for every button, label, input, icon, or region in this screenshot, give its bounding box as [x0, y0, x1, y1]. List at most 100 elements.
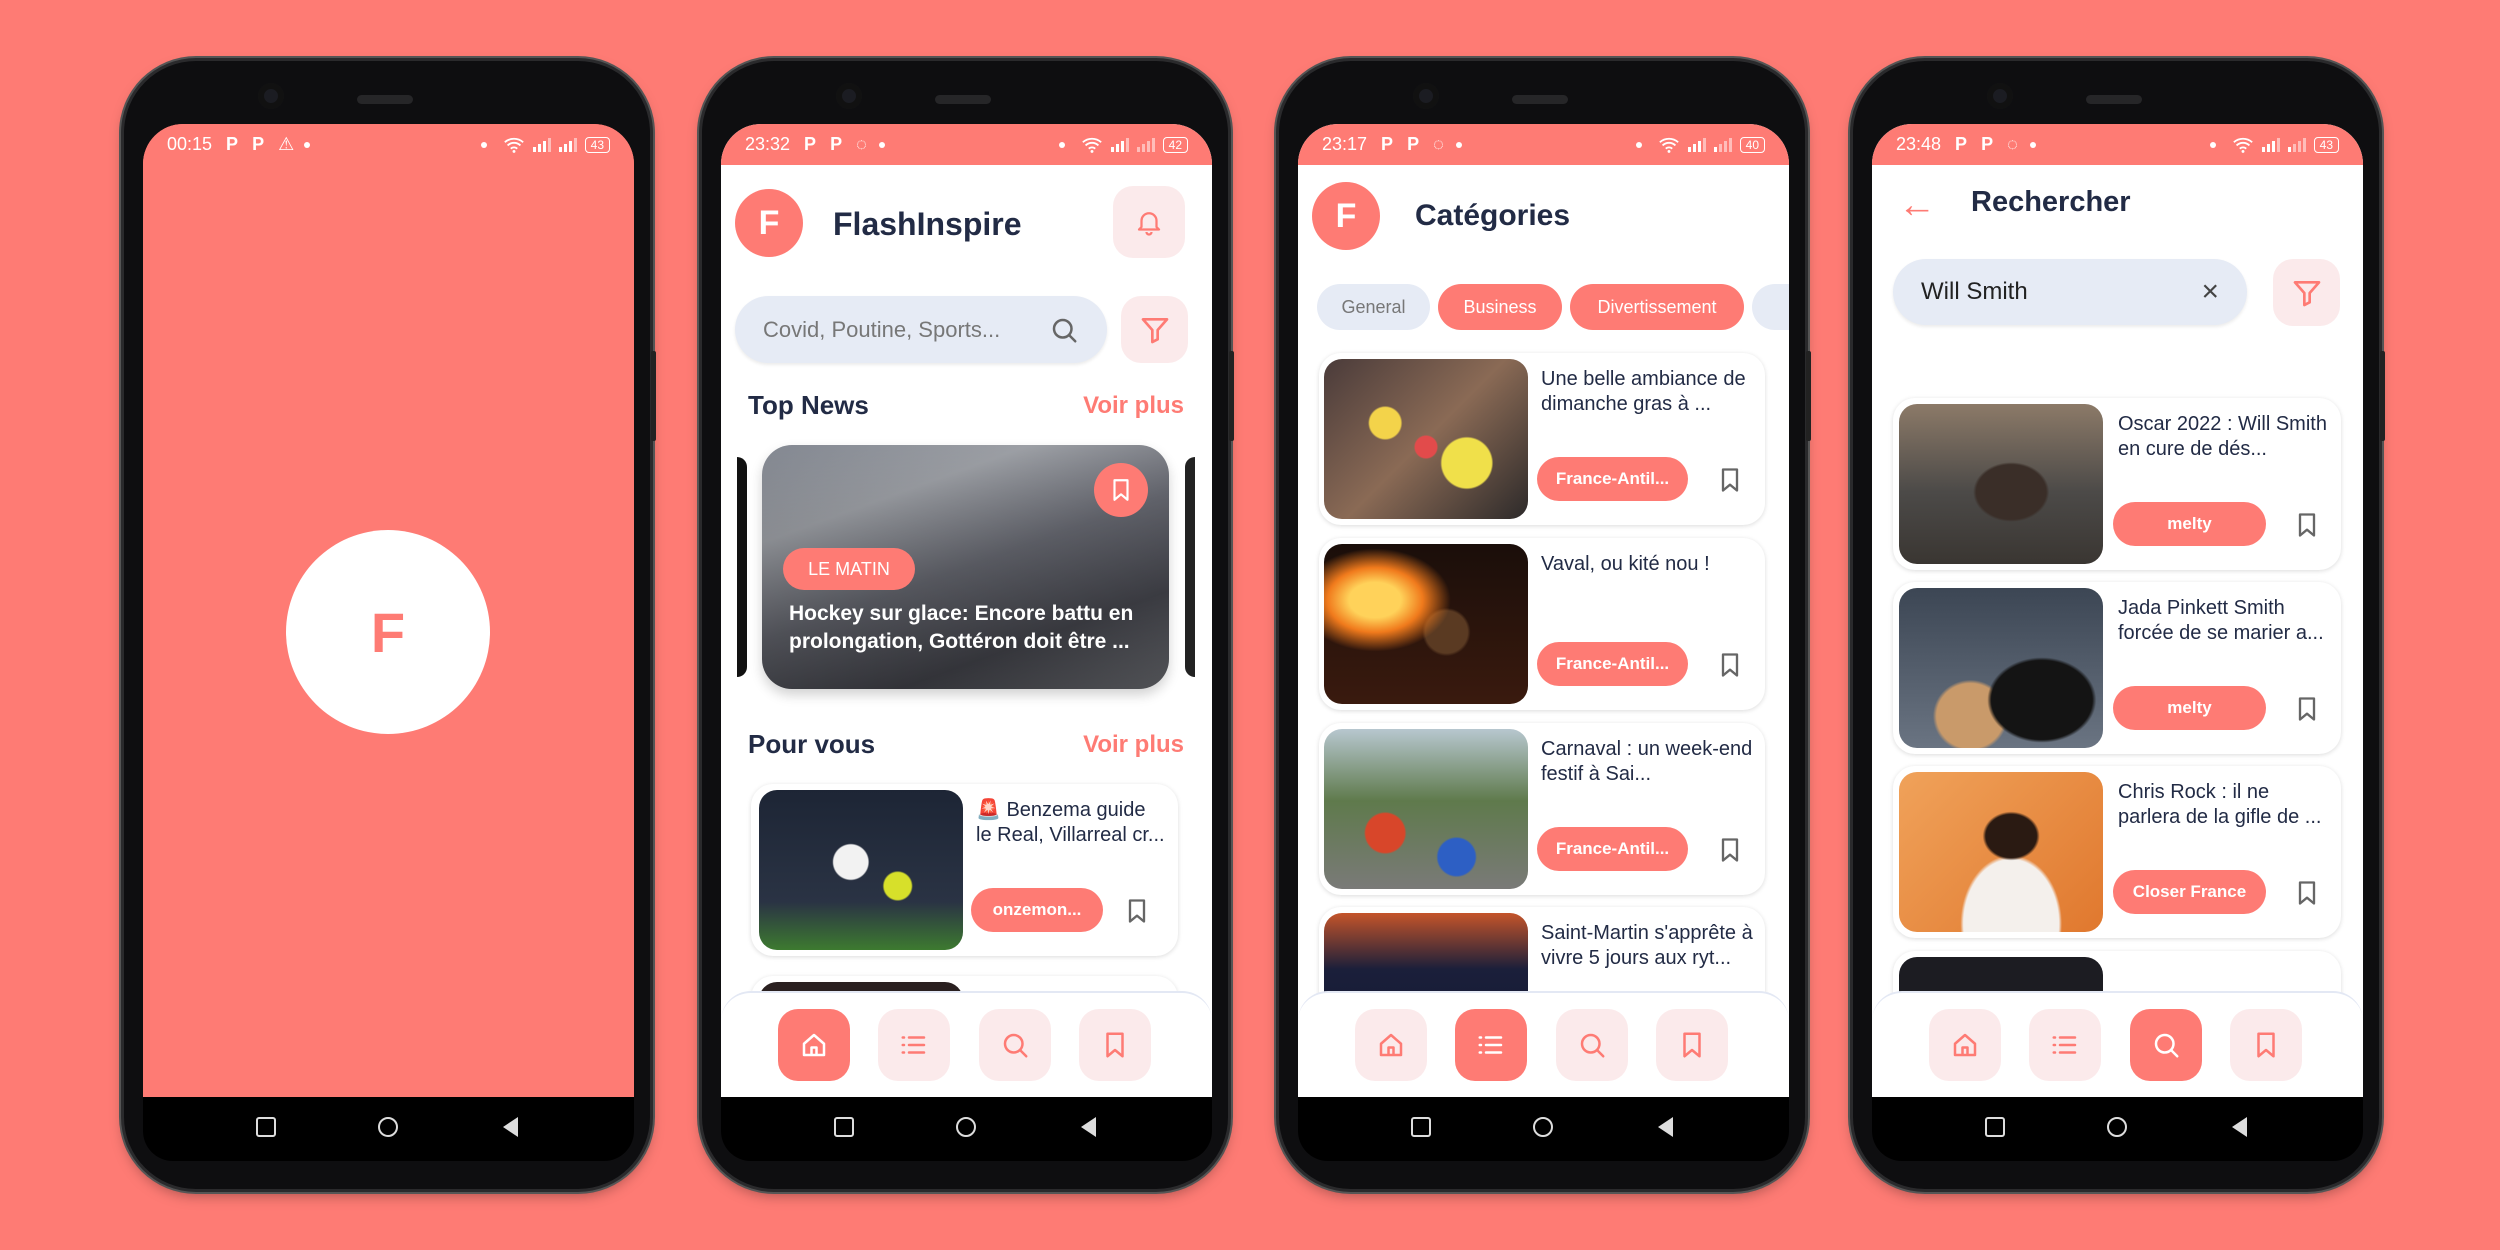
whatsapp-icon: ◌	[856, 134, 867, 154]
back-system-button[interactable]	[1081, 1117, 1096, 1137]
back-button[interactable]: ←	[1898, 186, 1936, 224]
categories-screen: 23:17 P P ◌ 40 F Catégories General Busi…	[1298, 124, 1789, 1097]
nav-search[interactable]	[979, 1009, 1051, 1081]
nav-bookmarks[interactable]	[2230, 1009, 2302, 1081]
news-card[interactable]: Chris Rock : il ne parlera de la gifle d…	[1893, 766, 2341, 938]
battery-icon: 43	[584, 136, 610, 153]
search-icon[interactable]	[1049, 315, 1079, 345]
bookmark-icon[interactable]	[1123, 896, 1151, 926]
bookmark-icon[interactable]	[1716, 465, 1744, 495]
nav-search[interactable]	[2130, 1009, 2202, 1081]
warning-icon: ⚠	[278, 134, 295, 154]
news-card[interactable]: 🚨 Benzema guide le Real, Villarreal cr..…	[751, 784, 1178, 956]
featured-news-card[interactable]: LE MATIN Hockey sur glace: Encore battu …	[762, 445, 1169, 689]
home-system-button[interactable]	[378, 1117, 398, 1137]
news-title: Une belle ambiance de dimanche gras à ..…	[1541, 368, 1746, 415]
notifications-button[interactable]	[1113, 186, 1185, 258]
chip-business[interactable]: Business	[1438, 284, 1562, 330]
notification-p-icon: P	[1381, 134, 1394, 154]
bookmark-icon[interactable]	[2293, 510, 2321, 540]
recents-button[interactable]	[256, 1117, 276, 1137]
logo-letter: F	[1335, 196, 1357, 235]
back-system-button[interactable]	[2232, 1117, 2247, 1137]
nav-search[interactable]	[1556, 1009, 1628, 1081]
bookmark-icon[interactable]	[2293, 878, 2321, 908]
home-system-button[interactable]	[1533, 1117, 1553, 1137]
phone-categories: 23:17 P P ◌ 40 F Catégories General Busi…	[1279, 61, 1811, 1189]
system-nav-bar	[1298, 1097, 1789, 1161]
phone-home: 23:32 P P ◌ 42 F FlashInspire Covid, Pou…	[702, 61, 1234, 1189]
recents-button[interactable]	[1411, 1117, 1431, 1137]
search-input[interactable]: Covid, Poutine, Sports...	[735, 296, 1107, 363]
chip-general[interactable]: General	[1317, 284, 1430, 330]
top-news-heading: Top News	[748, 390, 869, 420]
carousel-peek-left	[737, 457, 747, 677]
phone-splash: 00:15 P P ⚠ 43 F	[124, 61, 656, 1189]
filter-button[interactable]	[2273, 259, 2340, 326]
home-icon	[1376, 1030, 1406, 1060]
news-card[interactable]: Vaval, ou kité nou ! France-Antil...	[1319, 538, 1765, 710]
search-icon	[1577, 1030, 1607, 1060]
recents-button[interactable]	[1985, 1117, 2005, 1137]
search-placeholder: Covid, Poutine, Sports...	[763, 316, 1001, 342]
signal-icon	[2261, 137, 2280, 152]
list-icon	[1476, 1030, 1506, 1060]
for-you-see-more-link[interactable]: Voir plus	[1083, 731, 1184, 759]
news-card[interactable]: Carnaval : un week-end festif à Sai... F…	[1319, 723, 1765, 895]
status-bar: 23:17 P P ◌ 40	[1298, 124, 1789, 165]
home-icon	[1950, 1030, 1980, 1060]
bookmark-icon[interactable]	[1716, 835, 1744, 865]
list-icon	[899, 1030, 929, 1060]
bookmark-icon[interactable]	[2293, 694, 2321, 724]
nav-bookmarks[interactable]	[1079, 1009, 1151, 1081]
signal-icon	[558, 137, 577, 152]
nav-categories[interactable]	[878, 1009, 950, 1081]
splash-logo: F	[286, 530, 490, 734]
top-news-see-more-link[interactable]: Voir plus	[1083, 392, 1184, 420]
search-icon	[1000, 1030, 1030, 1060]
featured-bookmark-button[interactable]	[1094, 463, 1148, 517]
nav-home[interactable]	[1929, 1009, 2001, 1081]
news-title: Saint-Martin s'apprête à vivre 5 jours a…	[1541, 922, 1753, 969]
nav-bookmarks[interactable]	[1656, 1009, 1728, 1081]
for-you-heading: Pour vous	[748, 729, 876, 759]
recents-button[interactable]	[834, 1117, 854, 1137]
bottom-nav	[1872, 991, 2363, 1097]
volume-button	[1806, 351, 1811, 441]
front-camera	[1987, 83, 2013, 109]
bookmark-icon	[1100, 1030, 1130, 1060]
system-nav-bar	[1872, 1097, 2363, 1161]
featured-source-badge: LE MATIN	[783, 548, 915, 590]
search-screen: 23:48 P P ◌ 43 ← Rechercher Will Smith ×…	[1872, 124, 2363, 1097]
search-input[interactable]: Will Smith ×	[1893, 259, 2247, 325]
volume-button	[651, 351, 656, 441]
signal-icon	[1136, 137, 1155, 152]
home-system-button[interactable]	[2107, 1117, 2127, 1137]
page-title: Catégories	[1415, 199, 1571, 232]
back-system-button[interactable]	[503, 1117, 518, 1137]
dot-icon	[1058, 141, 1065, 148]
news-card[interactable]: Jada Pinkett Smith forcée de se marier a…	[1893, 582, 2341, 754]
app-logo: F	[735, 189, 803, 257]
nav-home[interactable]	[778, 1009, 850, 1081]
volume-button	[1229, 351, 1234, 441]
dot-icon	[480, 141, 487, 148]
back-system-button[interactable]	[1658, 1117, 1673, 1137]
chip-divertissement[interactable]: Divertissement	[1570, 284, 1744, 330]
search-icon	[2151, 1030, 2181, 1060]
filter-button[interactable]	[1121, 296, 1188, 363]
bookmark-icon[interactable]	[1716, 650, 1744, 680]
earpiece-speaker	[2086, 95, 2142, 104]
nav-categories[interactable]	[2029, 1009, 2101, 1081]
search-query: Will Smith	[1921, 278, 2028, 305]
nav-categories[interactable]	[1455, 1009, 1527, 1081]
news-card[interactable]: Oscar 2022 : Will Smith en cure de dés..…	[1893, 398, 2341, 570]
page-title: Rechercher	[1971, 186, 2131, 218]
news-card[interactable]: Une belle ambiance de dimanche gras à ..…	[1319, 353, 1765, 525]
news-source-badge: France-Antil...	[1537, 457, 1688, 501]
nav-home[interactable]	[1355, 1009, 1427, 1081]
news-source-badge: melty	[2113, 502, 2266, 546]
home-system-button[interactable]	[956, 1117, 976, 1137]
chip-partial[interactable]	[1752, 284, 1789, 330]
clear-search-icon[interactable]: ×	[2201, 275, 2219, 309]
